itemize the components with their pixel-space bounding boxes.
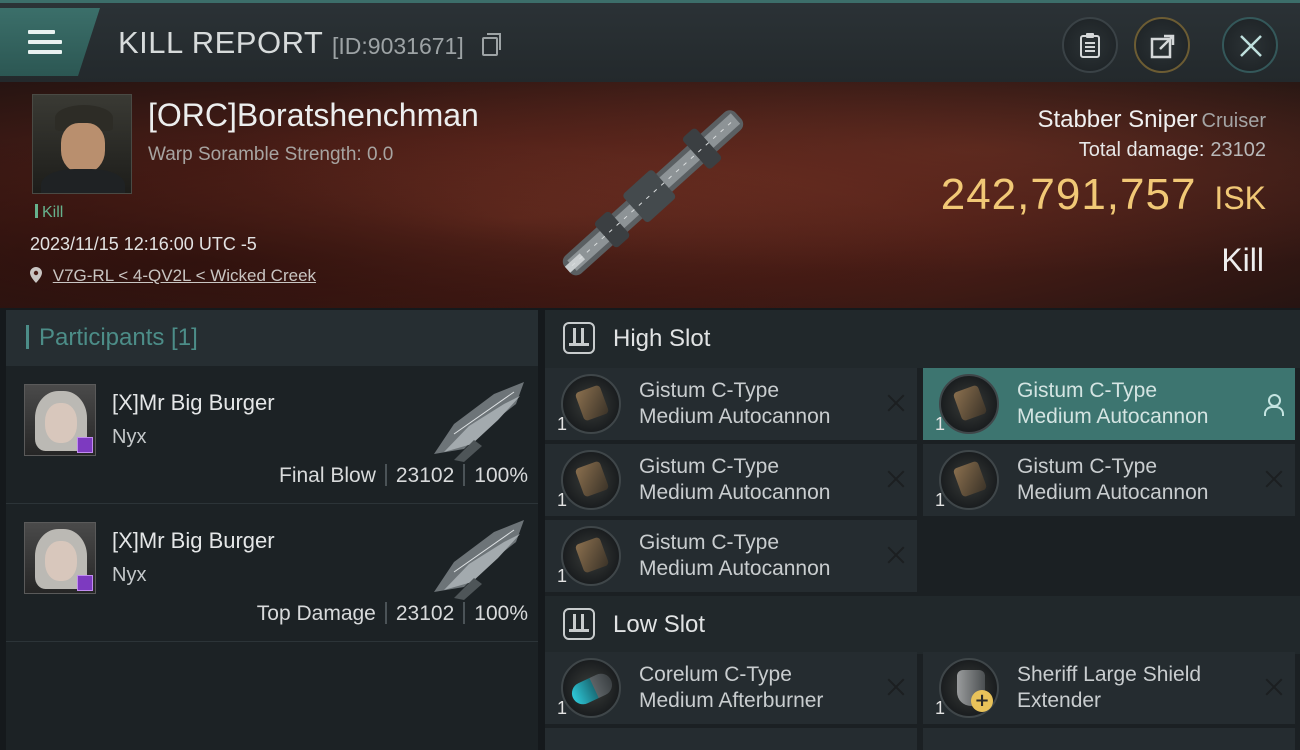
participant-percent: 100% xyxy=(474,464,528,487)
location-link[interactable]: V7G-RL < 4-QV2L < Wicked Creek xyxy=(53,266,316,285)
module-item[interactable]: 1 Gistum C-Type Medium Autocannon xyxy=(545,520,917,592)
victim-ship-name[interactable]: Stabber Sniper Cruiser xyxy=(1037,106,1266,134)
participant-avatar[interactable] xyxy=(24,522,96,594)
module-name: Sheriff Large Shield Extender xyxy=(1017,663,1202,712)
module-qty: 1 xyxy=(935,414,946,434)
module-item[interactable]: 1 Corelum C-Type Medium Afterburner xyxy=(545,652,917,724)
menu-button[interactable] xyxy=(0,8,100,76)
participant-ship-image xyxy=(434,520,524,600)
participant-avatar[interactable] xyxy=(24,384,96,456)
person-icon[interactable] xyxy=(1263,394,1284,416)
participant-ship-image xyxy=(434,382,524,462)
module-item[interactable]: 1 Gistum C-Type Medium Autocannon xyxy=(545,368,917,440)
kill-location[interactable]: V7G-RL < 4-QV2L < Wicked Creek xyxy=(30,266,316,286)
high-slot-icon xyxy=(563,322,595,354)
shield-extender-icon: + xyxy=(939,658,999,718)
fitting-panel: High Slot 1 Gistum C-Type Medium Autocann… xyxy=(545,310,1300,750)
autocannon-icon xyxy=(561,450,621,510)
isk-unit: ISK xyxy=(1214,180,1266,216)
report-id: [ID:9031671] xyxy=(332,33,464,59)
participant-role: Final Blow xyxy=(279,464,376,487)
ship-class: Cruiser xyxy=(1201,110,1266,132)
autocannon-icon xyxy=(561,374,621,434)
autocannon-icon xyxy=(561,526,621,586)
autocannon-icon xyxy=(939,374,999,434)
low-slot-icon xyxy=(563,608,595,640)
participants-panel: Participants [1] [X]Mr Big Burger Nyx Fi… xyxy=(6,310,538,750)
module-item-partial[interactable] xyxy=(545,728,917,750)
module-item[interactable]: 1 Gistum C-Type Medium Autocannon xyxy=(545,444,917,516)
ship-name-text: Stabber Sniper xyxy=(1037,106,1198,133)
autocannon-icon xyxy=(939,450,999,510)
faction-badge-icon xyxy=(77,575,93,591)
victim-hero: [ORC]Boratshenchman Warp Soramble Streng… xyxy=(0,82,1300,308)
destroyed-x-icon xyxy=(887,678,905,696)
share-icon xyxy=(1150,34,1175,59)
clipboard-icon xyxy=(1080,33,1100,58)
module-name: Gistum C-Type Medium Autocannon xyxy=(639,455,831,504)
module-item[interactable]: + 1 Sheriff Large Shield Extender xyxy=(923,652,1295,724)
module-qty: 1 xyxy=(557,566,568,586)
module-item[interactable]: 1 Gistum C-Type Medium Autocannon xyxy=(923,444,1295,516)
victim-name[interactable]: [ORC]Boratshenchman xyxy=(148,97,479,134)
high-slot-label: High Slot xyxy=(613,325,711,352)
participant-stats: Final Blow 23102 100% xyxy=(279,464,528,488)
module-item[interactable]: 1 Gistum C-Type Medium Autocannon xyxy=(923,368,1295,440)
participants-header: Participants [1] xyxy=(6,310,538,366)
participant-name: [X]Mr Big Burger xyxy=(112,390,275,415)
destroyed-x-icon xyxy=(1265,470,1283,488)
total-damage-value: 23102 xyxy=(1210,139,1266,161)
total-damage: Total damage: 23102 xyxy=(1079,139,1266,162)
afterburner-icon xyxy=(561,658,621,718)
participant-row[interactable]: [X]Mr Big Burger Nyx Top Damage 23102 100% xyxy=(6,504,538,642)
page-title: KILL REPORT xyxy=(118,25,324,60)
participant-row[interactable]: [X]Mr Big Burger Nyx Final Blow 23102 100% xyxy=(6,366,538,504)
hamburger-icon xyxy=(28,30,62,54)
destroyed-x-icon xyxy=(887,470,905,488)
participant-damage: 23102 xyxy=(395,602,455,625)
module-qty: 1 xyxy=(935,490,946,510)
kill-datetime: 2023/11/15 12:16:00 UTC -5 xyxy=(30,234,257,254)
low-slot-header: Low Slot xyxy=(545,596,1300,654)
close-icon xyxy=(1240,35,1262,57)
participant-name: [X]Mr Big Burger xyxy=(112,528,275,553)
participant-damage: 23102 xyxy=(395,464,455,487)
copy-icon[interactable] xyxy=(482,33,501,56)
outcome-label: Kill xyxy=(1221,242,1264,278)
victim-portrait[interactable] xyxy=(32,94,132,194)
warp-scramble-strength: Warp Soramble Strength: 0.0 xyxy=(148,144,394,165)
participants-tab[interactable]: Participants [1] xyxy=(26,324,198,352)
participant-stats: Top Damage 23102 100% xyxy=(257,602,528,626)
module-name: Gistum C-Type Medium Autocannon xyxy=(1017,455,1209,504)
module-item-partial[interactable] xyxy=(923,728,1295,750)
isk-value: 242,791,757 ISK xyxy=(941,170,1266,220)
total-damage-label: Total damage: xyxy=(1078,139,1205,161)
module-name: Gistum C-Type Medium Autocannon xyxy=(1017,379,1209,428)
module-qty: 1 xyxy=(935,698,946,718)
destroyed-x-icon xyxy=(887,546,905,564)
top-bar: KILL REPORT [ID:9031671] xyxy=(0,0,1300,82)
module-name: Gistum C-Type Medium Autocannon xyxy=(639,379,831,428)
destroyed-x-icon xyxy=(887,394,905,412)
module-name: Gistum C-Type Medium Autocannon xyxy=(639,531,831,580)
participant-role: Top Damage xyxy=(256,602,376,625)
location-pin-icon xyxy=(30,267,42,283)
clipboard-button[interactable] xyxy=(1062,17,1118,73)
faction-badge-icon xyxy=(77,437,93,453)
kill-tag: Kill xyxy=(35,204,63,222)
victim-ship-image[interactable] xyxy=(545,90,765,300)
participant-percent: 100% xyxy=(474,602,528,625)
module-qty: 1 xyxy=(557,698,568,718)
module-name: Corelum C-Type Medium Afterburner xyxy=(639,663,824,712)
close-button[interactable] xyxy=(1222,17,1278,73)
participant-ship: Nyx xyxy=(112,564,147,586)
module-qty: 1 xyxy=(557,490,568,510)
share-button[interactable] xyxy=(1134,17,1190,73)
participant-ship: Nyx xyxy=(112,426,147,448)
destroyed-x-icon xyxy=(1265,678,1283,696)
isk-amount: 242,791,757 xyxy=(940,170,1197,219)
low-slot-label: Low Slot xyxy=(613,611,706,638)
high-slot-header: High Slot xyxy=(545,310,1300,368)
module-qty: 1 xyxy=(557,414,568,434)
